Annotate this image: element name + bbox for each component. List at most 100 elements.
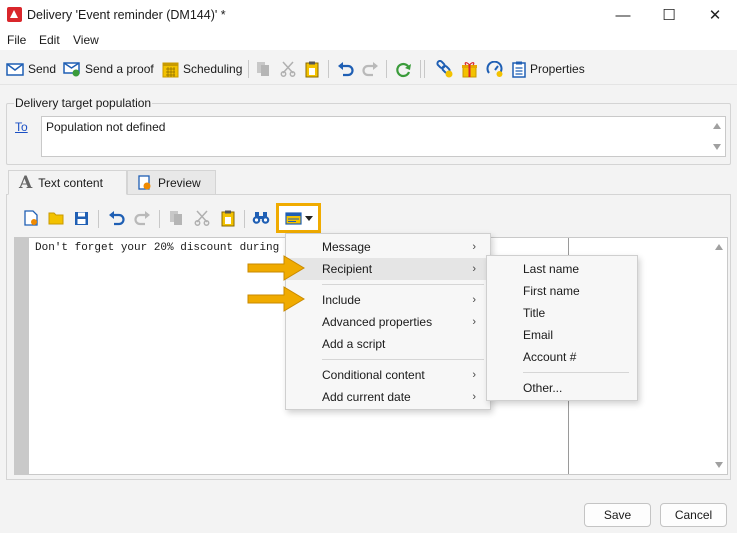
redo-button[interactable]: [362, 60, 379, 78]
menu-item-message[interactable]: Message ›: [286, 236, 490, 258]
cancel-button-label: Cancel: [674, 508, 713, 522]
submenu-item-label: Last name: [523, 262, 580, 276]
tab-text-content[interactable]: A Text content: [8, 170, 127, 195]
editor-paste-button[interactable]: [219, 209, 237, 227]
menu-edit[interactable]: Edit: [39, 33, 60, 47]
undo-icon: [108, 211, 125, 226]
population-field[interactable]: Population not defined: [41, 116, 726, 157]
refresh-button[interactable]: [395, 60, 412, 78]
menu-item-label: Conditional content: [322, 368, 425, 382]
send-proof-button[interactable]: Send a proof: [63, 60, 154, 78]
calendar-icon: [162, 62, 179, 77]
menu-item-add-script[interactable]: Add a script: [286, 333, 490, 355]
submenu-item-label: First name: [523, 284, 580, 298]
cut-button[interactable]: [280, 60, 296, 78]
menu-item-label: Message: [322, 240, 371, 254]
toolbar-separator: [248, 60, 249, 78]
send-button[interactable]: Send: [6, 60, 56, 78]
menu-separator: [523, 372, 629, 373]
menu-separator: [322, 284, 484, 285]
menu-file[interactable]: File: [7, 33, 26, 47]
chevron-right-icon: ›: [472, 263, 476, 275]
submenu-item-label: Email: [523, 328, 554, 342]
open-button[interactable]: [47, 209, 65, 227]
scroll-down-icon[interactable]: [715, 462, 723, 468]
menu-item-include[interactable]: Include ›: [286, 289, 490, 311]
submenu-item-label: Other...: [523, 381, 563, 395]
callout-arrow-icon: [247, 286, 305, 312]
minimize-button[interactable]: —: [600, 0, 646, 30]
undo-icon: [338, 62, 354, 77]
toolbar-separator: [420, 60, 421, 78]
tab-preview[interactable]: Preview: [127, 170, 216, 195]
title-bar: Delivery 'Event reminder (DM144)' * — ☐ …: [0, 0, 737, 30]
to-link[interactable]: To: [15, 120, 28, 134]
folder-open-icon: [48, 212, 63, 225]
submenu-item-label: Title: [523, 306, 546, 320]
scroll-down-icon[interactable]: [713, 144, 721, 150]
editor-cut-button[interactable]: [193, 209, 211, 227]
preview-icon: [138, 174, 151, 190]
find-button[interactable]: [252, 209, 270, 227]
copy-button[interactable]: [256, 60, 270, 78]
properties-button[interactable]: Properties: [512, 60, 585, 78]
menu-view[interactable]: View: [73, 33, 99, 47]
scroll-up-icon[interactable]: [713, 123, 721, 129]
send-proof-label: Send a proof: [85, 62, 154, 76]
link-icon: [436, 60, 453, 78]
text-content-icon: A: [19, 172, 33, 193]
submenu-item-email[interactable]: Email: [487, 324, 637, 346]
toolbar-separator: [386, 60, 387, 78]
close-button[interactable]: ✕: [692, 0, 737, 30]
maximize-icon: ☐: [662, 7, 676, 24]
adobe-campaign-icon: [7, 7, 22, 22]
scroll-up-icon[interactable]: [715, 244, 723, 250]
menu-item-conditional-content[interactable]: Conditional content ›: [286, 364, 490, 386]
paste-button[interactable]: [305, 60, 319, 78]
insert-field-button[interactable]: [276, 203, 321, 233]
chevron-right-icon: ›: [472, 316, 476, 328]
menu-item-recipient[interactable]: Recipient ›: [286, 258, 490, 280]
scheduling-button[interactable]: Scheduling: [162, 60, 242, 78]
save-disk-icon: [74, 211, 88, 225]
maximize-button[interactable]: ☐: [646, 0, 692, 30]
menu-item-advanced-properties[interactable]: Advanced properties ›: [286, 311, 490, 333]
tracking-button[interactable]: [486, 60, 504, 78]
editor-undo-button[interactable]: [107, 209, 125, 227]
submenu-item-title[interactable]: Title: [487, 302, 637, 324]
editor-scrollbar[interactable]: [711, 238, 727, 474]
save-disk-button[interactable]: [72, 209, 90, 227]
insert-field-icon: [284, 211, 302, 225]
minimize-icon: —: [615, 6, 631, 24]
menu-item-label: Add a script: [322, 337, 386, 351]
submenu-item-first-name[interactable]: First name: [487, 280, 637, 302]
submenu-item-other[interactable]: Other...: [487, 377, 637, 399]
gift-button[interactable]: [461, 60, 478, 78]
save-button-label: Save: [603, 508, 632, 522]
menu-item-label: Advanced properties: [322, 315, 433, 329]
cancel-button[interactable]: Cancel: [660, 503, 727, 527]
scissors-icon: [194, 210, 210, 226]
menu-item-label: Include: [322, 293, 361, 307]
window-title: Delivery 'Event reminder (DM144)' *: [27, 8, 226, 22]
population-value: Population not defined: [46, 120, 166, 134]
gift-icon: [462, 61, 477, 77]
population-scrollbar[interactable]: [709, 117, 725, 156]
new-button[interactable]: [22, 209, 40, 227]
editor-copy-button[interactable]: [167, 209, 185, 227]
undo-button[interactable]: [337, 60, 354, 78]
insert-menu: Message › Recipient › Include › Advanced pr…: [285, 233, 491, 410]
submenu-item-last-name[interactable]: Last name: [487, 258, 637, 280]
save-button[interactable]: Save: [584, 503, 651, 527]
editor-redo-button[interactable]: [133, 209, 151, 227]
editor-content[interactable]: Don't forget your 20% discount during th…: [35, 242, 290, 254]
link-button[interactable]: [435, 60, 454, 78]
properties-label: Properties: [530, 62, 585, 76]
submenu-item-label: Account #: [523, 350, 577, 364]
paste-icon: [221, 210, 235, 226]
submenu-item-account[interactable]: Account #: [487, 346, 637, 368]
menu-separator: [322, 359, 484, 360]
menu-item-add-current-date[interactable]: Add current date ›: [286, 386, 490, 408]
redo-icon: [133, 211, 150, 226]
callout-arrow-icon: [247, 255, 305, 281]
